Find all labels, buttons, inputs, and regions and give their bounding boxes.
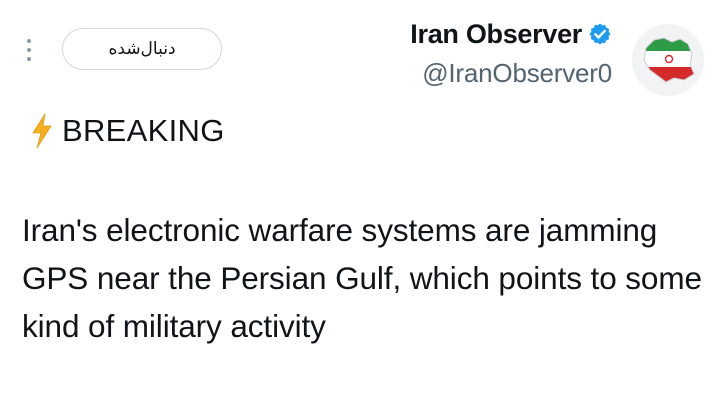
breaking-label: BREAKING <box>62 113 225 148</box>
following-button[interactable]: دنبال‌شده <box>62 28 222 70</box>
verified-badge-icon <box>588 22 612 46</box>
user-handle[interactable]: @IranObserver0 <box>410 58 612 89</box>
more-dot <box>27 48 31 52</box>
more-dot <box>27 57 31 61</box>
more-dot <box>27 39 31 43</box>
iran-map-flag-icon <box>632 24 704 96</box>
tweet-card: دنبال‌شده Iran Observer @IranObserver0 <box>0 0 720 403</box>
tweet-text: Iran's electronic warfare systems are ja… <box>22 212 702 344</box>
display-name[interactable]: Iran Observer <box>410 19 582 50</box>
user-info: Iran Observer @IranObserver0 <box>410 14 612 89</box>
more-options-button[interactable] <box>24 34 34 66</box>
high-voltage-icon <box>30 113 54 149</box>
breaking-row: BREAKING <box>30 108 225 154</box>
display-name-row: Iran Observer <box>410 14 612 54</box>
avatar[interactable] <box>632 24 704 96</box>
